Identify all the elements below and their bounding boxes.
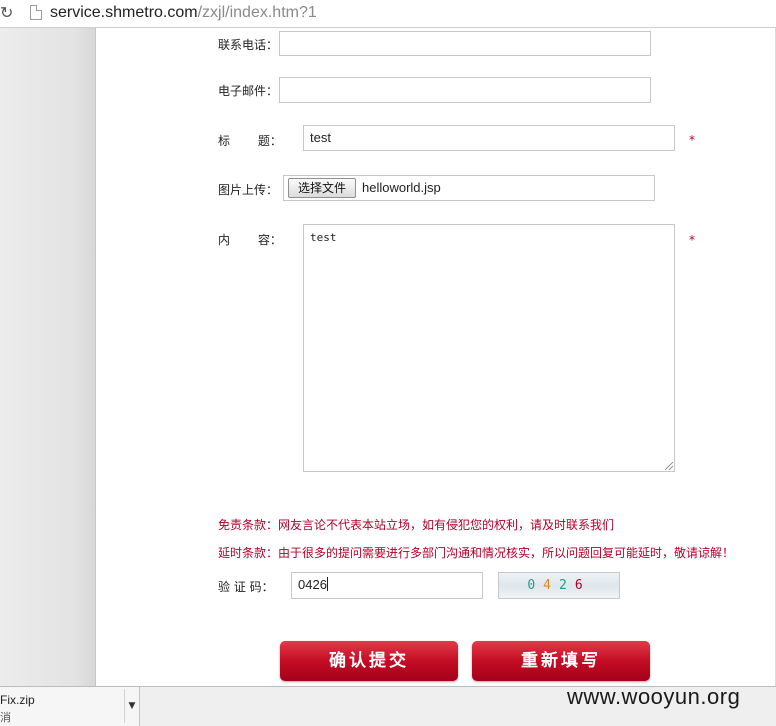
left-sidebar bbox=[0, 28, 96, 686]
download-status: 消 bbox=[0, 711, 11, 724]
url-field[interactable]: service.shmetro.com/zxjl/index.htm?1 bbox=[50, 4, 317, 22]
content-label: 内 容： bbox=[218, 233, 282, 247]
phone-label: 联系电话： bbox=[218, 38, 279, 52]
phone-field[interactable] bbox=[279, 31, 651, 56]
file-upload-field: 选择文件 helloworld.jsp bbox=[283, 175, 655, 201]
email-field[interactable] bbox=[279, 77, 651, 103]
title-required-mark: * bbox=[689, 133, 695, 147]
captcha-digit: 6 bbox=[574, 578, 591, 593]
captcha-digit: 4 bbox=[543, 578, 559, 593]
content-text: test bbox=[310, 231, 337, 244]
file-name: helloworld.jsp bbox=[362, 180, 441, 195]
captcha-field[interactable]: 0426 bbox=[291, 572, 483, 599]
reload-icon[interactable]: ↻ bbox=[0, 3, 16, 23]
download-item[interactable]: Fix.zip 消 ▼ bbox=[0, 687, 140, 726]
content-required-mark: * bbox=[689, 233, 695, 247]
reset-button[interactable]: 重新填写 bbox=[472, 641, 650, 681]
text-caret bbox=[326, 577, 328, 591]
address-bar: ↻ service.shmetro.com/zxjl/index.htm?1 bbox=[0, 0, 776, 28]
captcha-image[interactable]: 0426 bbox=[498, 572, 620, 599]
captcha-digit: 0 bbox=[527, 578, 544, 593]
watermark: www.wooyun.org bbox=[567, 684, 741, 709]
chevron-down-icon[interactable]: ▼ bbox=[124, 689, 139, 723]
image-upload-label: 图片上传： bbox=[218, 183, 279, 197]
captcha-label: 验 证 码： bbox=[218, 580, 274, 594]
submit-button[interactable]: 确认提交 bbox=[280, 641, 458, 681]
disclaimer-text: 免责条款：网友言论不代表本站立场，如有侵犯您的权利，请及时联系我们 bbox=[218, 518, 615, 532]
title-field[interactable]: test bbox=[303, 125, 675, 151]
url-host: service.shmetro.com bbox=[50, 4, 198, 21]
url-path: /zxjl/index.htm?1 bbox=[197, 4, 317, 21]
captcha-digit: 2 bbox=[559, 578, 575, 593]
title-label: 标 题： bbox=[218, 134, 282, 148]
page-icon bbox=[30, 5, 42, 20]
choose-file-button[interactable]: 选择文件 bbox=[288, 178, 356, 198]
delay-notice-text: 延时条款：由于很多的提问需要进行多部门沟通和情况核实，所以问题回复可能延时，敬请… bbox=[218, 546, 735, 560]
captcha-field-value: 0426 bbox=[298, 577, 327, 592]
email-label: 电子邮件： bbox=[218, 84, 279, 98]
content-textarea[interactable]: test bbox=[303, 224, 675, 472]
download-file-name: Fix.zip bbox=[0, 693, 35, 707]
resize-grip-icon[interactable] bbox=[665, 462, 673, 470]
